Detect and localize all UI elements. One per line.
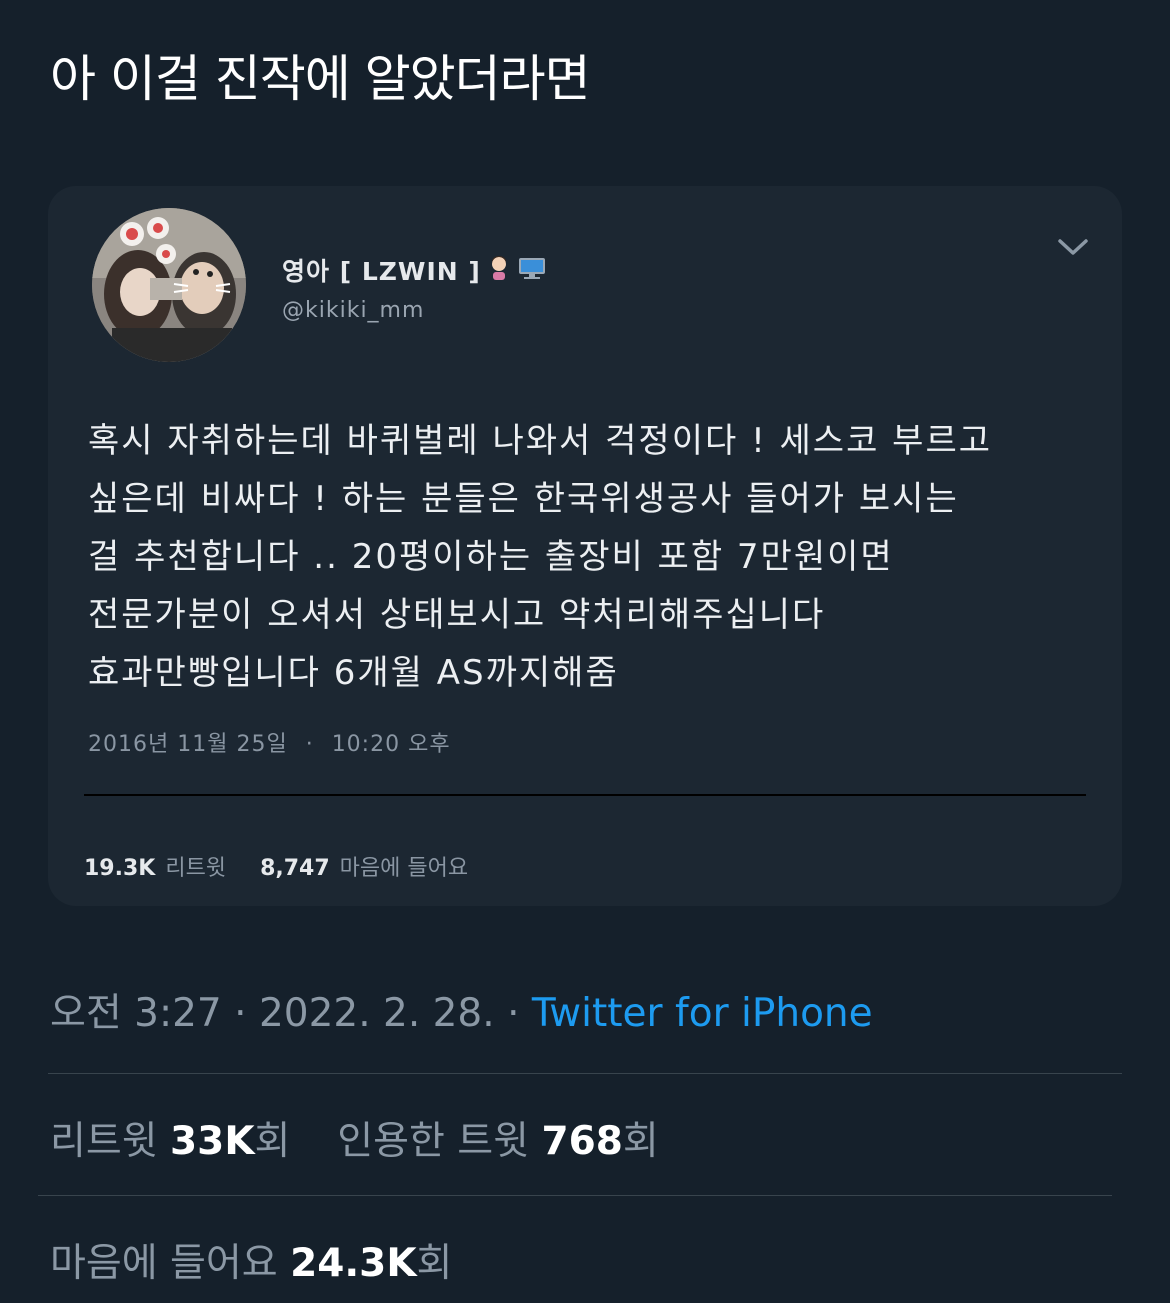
chevron-down-icon[interactable]	[1056, 230, 1090, 264]
likes-count: 24.3K	[290, 1241, 417, 1286]
quoted-date: 2016년 11월 25일	[88, 732, 288, 757]
meta-separator: ·	[234, 991, 247, 1036]
quotes-count: 768	[541, 1119, 623, 1164]
likes-stat[interactable]: 마음에 들어요 24.3K회	[50, 1241, 452, 1286]
quoted-tweet-body: 혹시 자취하는데 바퀴벌레 나와서 걱정이다 ! 세스코 부르고 싶은데 비싸다…	[88, 412, 1098, 702]
engagement-stats: 리트윗 33K회 인용한 트윗 768회	[50, 1110, 659, 1166]
computer-emoji-icon	[517, 255, 547, 286]
quoted-date-separator: ·	[305, 732, 314, 757]
quoted-text-line: 싶은데 비싸다 ! 하는 분들은 한국위생공사 들어가 보시는	[88, 479, 959, 519]
quoted-stats: 19.3K 리트윗 8,747 마음에 들어요	[84, 850, 468, 882]
quoted-retweets-count: 19.3K	[84, 856, 156, 881]
quoted-text-line: 전문가분이 오셔서 상태보시고 약처리해주십니다	[88, 595, 826, 635]
retweets-count: 33K	[170, 1119, 255, 1164]
quoted-name-row[interactable]: 영아 [ LZWIN ]	[282, 252, 547, 288]
tweet-time[interactable]: 오전 3:27	[50, 991, 222, 1036]
quote-tweets-stat[interactable]: 인용한 트윗 768회	[337, 1119, 659, 1164]
quoted-time: 10:20 오후	[331, 732, 451, 757]
quotes-unit: 회	[622, 1119, 659, 1164]
quoted-display-name[interactable]: 영아 [ LZWIN ]	[282, 252, 481, 288]
quotes-label: 인용한 트윗	[337, 1119, 530, 1164]
quoted-divider	[84, 794, 1086, 796]
tweet-meta: 오전 3:27 · 2022. 2. 28. · Twitter for iPh…	[50, 982, 873, 1038]
woman-emoji-icon	[487, 255, 511, 286]
likes-label: 마음에 들어요	[50, 1241, 278, 1286]
avatar[interactable]	[92, 208, 246, 362]
tweet-text: 아 이걸 진작에 알았더라면	[50, 50, 591, 108]
likes-stat-row: 마음에 들어요 24.3K회	[50, 1232, 452, 1288]
quoted-likes-label: 마음에 들어요	[339, 856, 469, 881]
quoted-text-line: 효과만빵입니다 6개월 AS까지해줌	[88, 653, 619, 693]
retweets-label: 리트윗	[50, 1119, 158, 1164]
quoted-handle[interactable]: @kikiki_mm	[282, 298, 424, 323]
quoted-retweets-label: 리트윗	[165, 856, 227, 881]
quoted-text-line: 혹시 자취하는데 바퀴벌레 나와서 걱정이다 ! 세스코 부르고	[88, 421, 993, 461]
divider	[48, 1073, 1122, 1074]
divider	[38, 1195, 1112, 1196]
avatar-photo	[92, 208, 246, 362]
quoted-likes-count: 8,747	[260, 856, 330, 881]
quoted-text-line: 걸 추천합니다 .. 20평이하는 출장비 포함 7만원이면	[88, 537, 894, 577]
retweets-stat[interactable]: 리트윗 33K회	[50, 1119, 290, 1164]
tweet-date[interactable]: 2022. 2. 28.	[259, 991, 495, 1036]
retweets-unit: 회	[254, 1119, 291, 1164]
quoted-tweet-card[interactable]: 영아 [ LZWIN ] @kikiki_mm 혹시 자취하는데 바퀴벌레 나와…	[48, 186, 1122, 906]
likes-unit: 회	[416, 1241, 453, 1286]
meta-separator: ·	[507, 991, 520, 1036]
quoted-timestamp: 2016년 11월 25일 · 10:20 오후	[88, 726, 451, 758]
tweet-source-link[interactable]: Twitter for iPhone	[532, 991, 873, 1036]
